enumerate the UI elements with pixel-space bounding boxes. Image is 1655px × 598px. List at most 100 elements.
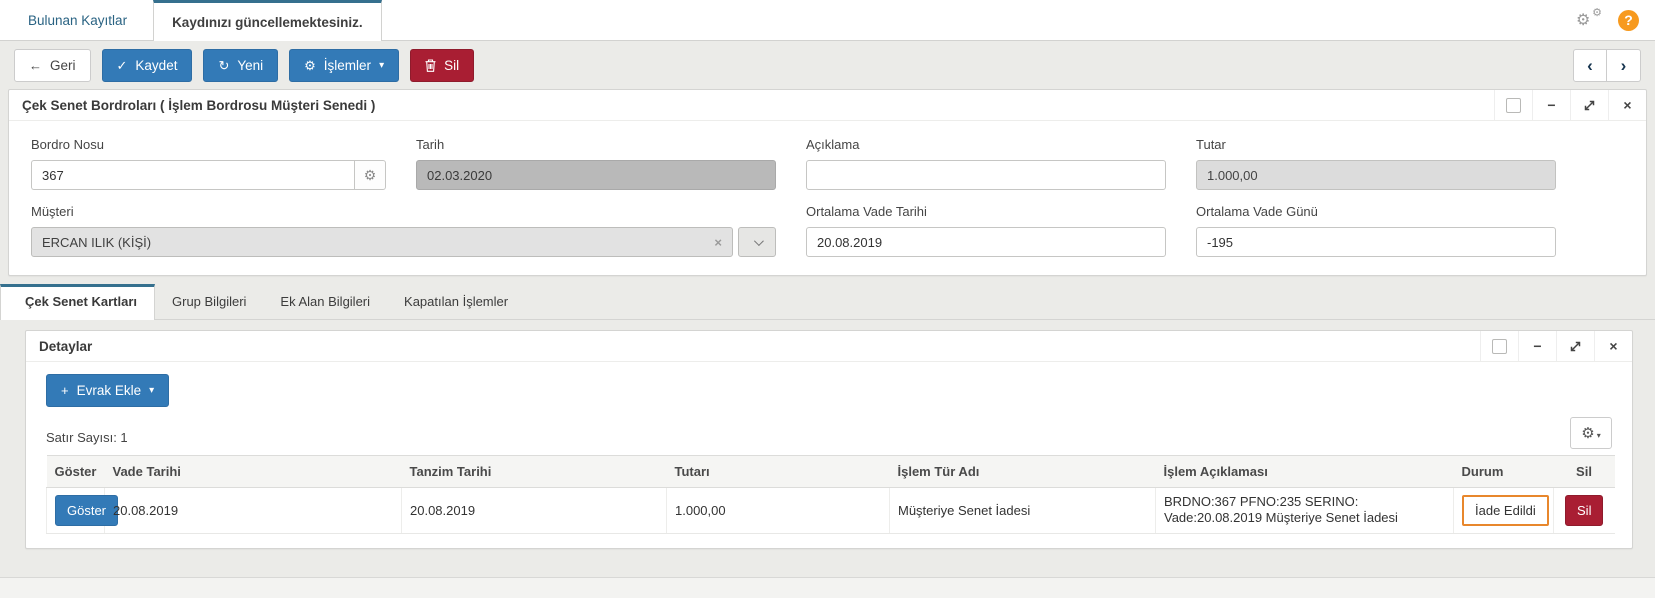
field-aciklama: Açıklama — [806, 129, 1166, 190]
close-icon[interactable]: × — [1594, 331, 1632, 361]
cell-vade-tarihi: 20.08.2019 — [104, 487, 402, 534]
main-panel-title: Çek Senet Bordroları ( İşlem Bordrosu Mü… — [22, 97, 376, 113]
field-label: Ortalama Vade Tarihi — [806, 204, 927, 219]
main-panel-tools: − × — [1494, 90, 1646, 120]
field-tarih: Tarih — [416, 129, 776, 190]
chevron-down-icon: ▾ — [1596, 431, 1601, 440]
field-tutar: Tutar — [1196, 129, 1556, 190]
tab-grup-bilgileri[interactable]: Grup Bilgileri — [155, 284, 263, 319]
grid-settings-button[interactable]: ⚙ ▾ — [1570, 417, 1612, 449]
panel-select-checkbox[interactable] — [1506, 97, 1521, 113]
delete-row-button[interactable]: Sil — [1565, 494, 1604, 526]
aciklama-input[interactable] — [806, 160, 1166, 190]
bordro-nosu-input[interactable] — [31, 160, 354, 190]
field-label: Bordro Nosu — [31, 137, 104, 152]
gear-icon: ⚙ — [304, 58, 316, 73]
back-arrow-icon: ← — [29, 58, 42, 73]
top-tab-bar: Bulunan Kayıtlar Kaydınızı güncellemekte… — [0, 0, 1655, 41]
tab-kaydinizi-guncellemektesiniz[interactable]: Kaydınızı güncellemektesiniz. — [153, 0, 382, 41]
operations-button[interactable]: ⚙ İşlemler ▾ — [289, 49, 400, 82]
delete-button[interactable]: Sil — [410, 49, 475, 82]
topbar-icons: ⚙ ⚙ ? — [1576, 0, 1655, 40]
col-header-goster: Göster — [46, 455, 105, 488]
bordro-nosu-gear-icon[interactable]: ⚙ — [354, 160, 386, 190]
trash-icon — [425, 59, 436, 72]
new-button[interactable]: ↻ Yeni — [203, 49, 279, 82]
add-document-button[interactable]: + Evrak Ekle ▾ — [46, 374, 170, 407]
field-label: Açıklama — [806, 137, 860, 152]
tab-label: Kaydınızı güncellemektesiniz. — [172, 14, 363, 30]
col-header-islem-tur-adi: İşlem Tür Adı — [889, 455, 1156, 488]
tab-label: Bulunan Kayıtlar — [28, 12, 128, 28]
detail-panel-header: Detaylar − × — [26, 331, 1632, 362]
record-nav: ‹ › — [1573, 49, 1641, 82]
field-musteri: Müşteri ERCAN ILIK (KİŞİ) × — [31, 196, 776, 257]
col-header-tutari: Tutarı — [666, 455, 890, 488]
save-button[interactable]: ✓ Kaydet — [101, 49, 193, 82]
chevron-down-icon — [753, 235, 764, 246]
chevron-right-icon: › — [1620, 55, 1627, 75]
table-header-row: Göster Vade Tarihi Tanzim Tarihi Tutarı … — [46, 455, 1615, 488]
sub-tab-bar: Çek Senet Kartları Grup Bilgileri Ek Ala… — [0, 284, 1655, 320]
cell-tutari: 1.000,00 — [666, 487, 890, 534]
tab-content: ← Geri ✓ Kaydet ↻ Yeni ⚙ İşlemler ▾ Sil … — [0, 41, 1655, 578]
detail-panel-tools: − × — [1480, 331, 1632, 361]
col-header-durum: Durum — [1453, 455, 1554, 488]
main-form: Bordro Nosu ⚙ Tarih Açıklama Tutar Müşte… — [9, 121, 1646, 275]
tab-kapatilan-islemler[interactable]: Kapatılan İşlemler — [387, 284, 525, 319]
check-icon: ✓ — [116, 58, 128, 73]
main-panel: Çek Senet Bordroları ( İşlem Bordrosu Mü… — [8, 89, 1647, 276]
col-header-tanzim-tarihi: Tanzim Tarihi — [401, 455, 667, 488]
page-footer-area — [0, 578, 1655, 597]
expand-icon[interactable] — [1570, 90, 1608, 120]
musteri-value: ERCAN ILIK (KİŞİ) — [42, 234, 152, 250]
chevron-down-icon: ▾ — [379, 59, 385, 71]
tarih-input — [416, 160, 776, 190]
status-badge: İade Edildi — [1462, 494, 1549, 526]
field-label: Tarih — [416, 137, 445, 152]
grid-meta-row: Satır Sayısı: 1 ⚙ ▾ — [46, 417, 1612, 449]
clear-icon[interactable]: × — [714, 235, 722, 250]
field-label: Ortalama Vade Günü — [1196, 204, 1318, 219]
cell-islem-tur-adi: Müşteriye Senet İadesi — [889, 487, 1156, 534]
chevron-left-icon: ‹ — [1587, 55, 1593, 75]
prev-record-button[interactable]: ‹ — [1573, 49, 1607, 82]
field-label: Tutar — [1196, 137, 1226, 152]
col-header-sil: Sil — [1553, 455, 1615, 488]
tab-cek-senet-kartlari[interactable]: Çek Senet Kartları — [0, 284, 155, 320]
back-button[interactable]: ← Geri — [14, 49, 91, 82]
collapse-icon[interactable]: − — [1532, 90, 1570, 120]
cell-islem-aciklamasi: BRDNO:367 PFNO:235 SERINO: Vade:20.08.20… — [1155, 487, 1454, 534]
col-header-islem-aciklamasi: İşlem Açıklaması — [1155, 455, 1454, 488]
field-label: Müşteri — [31, 204, 74, 219]
chevron-down-icon: ▾ — [149, 384, 155, 396]
show-row-button[interactable]: Göster — [55, 494, 119, 526]
table-row: Göster 20.08.2019 20.08.2019 1.000,00 Mü… — [46, 487, 1615, 534]
details-table: Göster Vade Tarihi Tanzim Tarihi Tutarı … — [46, 455, 1615, 534]
help-icon[interactable]: ? — [1618, 9, 1639, 31]
detail-panel: Detaylar − × + Evrak Ekle ▾ Satır Sayısı… — [25, 330, 1633, 549]
col-header-vade-tarihi: Vade Tarihi — [104, 455, 402, 488]
cell-tanzim-tarihi: 20.08.2019 — [401, 487, 667, 534]
musteri-select[interactable]: ERCAN ILIK (KİŞİ) × — [31, 227, 733, 257]
field-ortalama-vade-gunu: Ortalama Vade Günü — [1196, 196, 1556, 257]
ortalama-vade-gunu-input[interactable] — [1196, 227, 1556, 257]
detail-panel-body: + Evrak Ekle ▾ Satır Sayısı: 1 ⚙ ▾ Göste… — [26, 362, 1632, 548]
tutar-input — [1196, 160, 1556, 190]
tab-ek-alan-bilgileri[interactable]: Ek Alan Bilgileri — [263, 284, 387, 319]
expand-icon[interactable] — [1556, 331, 1594, 361]
field-bordro-nosu: Bordro Nosu ⚙ — [31, 129, 386, 190]
gear-icon: ⚙ — [1581, 425, 1595, 442]
page: { "top_tabs": { "items": [ { "label": "B… — [0, 0, 1655, 598]
main-panel-header: Çek Senet Bordroları ( İşlem Bordrosu Mü… — [9, 90, 1646, 121]
tab-bulunan-kayitlar[interactable]: Bulunan Kayıtlar — [10, 0, 145, 40]
close-icon[interactable]: × — [1608, 90, 1646, 120]
next-record-button[interactable]: › — [1607, 49, 1641, 82]
panel-select-checkbox[interactable] — [1492, 338, 1507, 354]
musteri-dropdown-button[interactable] — [738, 227, 776, 257]
ortalama-vade-tarihi-input[interactable] — [806, 227, 1166, 257]
plus-icon: + — [61, 383, 69, 398]
settings-cogs-icon[interactable]: ⚙ ⚙ — [1576, 7, 1602, 30]
collapse-icon[interactable]: − — [1518, 331, 1556, 361]
detail-panel-title: Detaylar — [39, 338, 93, 354]
